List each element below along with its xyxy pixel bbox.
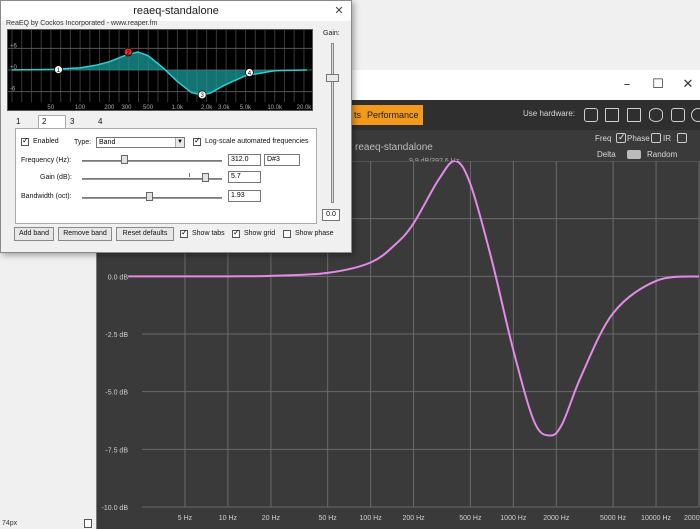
master-gain-slider-thumb[interactable] xyxy=(326,74,339,82)
taskbar-box xyxy=(84,519,92,528)
logscale-checkbox[interactable] xyxy=(193,136,201,146)
gain-slider-track[interactable] xyxy=(82,178,222,180)
freq-checkbox[interactable] xyxy=(616,132,626,143)
eq-freq-label: 5.0k xyxy=(240,105,252,110)
book-icon[interactable] xyxy=(627,108,641,122)
x-tick-label: 20 Hz xyxy=(262,515,281,522)
gain-slider-thumb[interactable] xyxy=(202,173,209,182)
frequency-label: Frequency (Hz): xyxy=(21,157,72,164)
master-gain-value[interactable]: 0.0 xyxy=(322,209,340,221)
frequency-slider-track[interactable] xyxy=(82,160,222,162)
taskbar-hint: 74px xyxy=(0,518,96,529)
freq-label: Freq xyxy=(595,134,612,143)
show-phase-label: Show phase xyxy=(295,230,334,237)
eq-freq-label: 500 xyxy=(143,105,154,110)
band-panel: Enabled Type: Band ▼ Log-scale automated… xyxy=(15,128,317,224)
minimize-button[interactable]: – xyxy=(612,75,642,95)
type-label: Type: xyxy=(74,139,92,146)
frequency-input[interactable]: 312.0 xyxy=(228,154,261,166)
tab-band-2[interactable]: 2 xyxy=(38,115,66,128)
type-select[interactable]: Band ▼ xyxy=(96,137,185,148)
analyzer-title: reaeq-standalone xyxy=(355,142,433,153)
master-gain-label: Gain: xyxy=(323,30,340,37)
x-tick-label: 1000 Hz xyxy=(500,515,527,522)
x-tick-label: 500 Hz xyxy=(459,515,482,522)
y-tick-label: -2.5 dB xyxy=(105,332,128,339)
x-tick-label: 200 Hz xyxy=(402,515,425,522)
eq-curve-graph[interactable]: +6+0-650 100 200 300 500 1.0k 2.0k 3.0k 5.0k 10.0… xyxy=(8,30,312,110)
camera-icon[interactable] xyxy=(671,108,685,122)
logscale-label: Log-scale automated frequencies xyxy=(205,138,309,145)
reaeq-title: reaeq-standalone xyxy=(1,1,351,21)
eye-icon[interactable] xyxy=(649,108,663,122)
master-gain-slider-track[interactable] xyxy=(331,43,334,203)
eq-db-label: +6 xyxy=(10,43,18,49)
show-tabs-label: Show tabs xyxy=(192,230,225,237)
eq-freq-label: 50 xyxy=(47,105,54,110)
eq-db-label: -6 xyxy=(10,87,16,93)
tab-band-4[interactable]: 4 xyxy=(95,116,117,128)
show-phase-checkbox[interactable] xyxy=(283,230,291,238)
random-label: Random xyxy=(647,150,678,159)
add-band-button[interactable]: Add band xyxy=(14,227,54,241)
frequency-slider-thumb[interactable] xyxy=(121,155,128,164)
x-tick-label: 5 Hz xyxy=(178,515,193,522)
ir-label: IR xyxy=(663,134,671,143)
show-grid-checkbox[interactable] xyxy=(232,228,240,238)
type-select-value: Band xyxy=(99,139,116,146)
x-tick-label: 50 Hz xyxy=(319,515,338,522)
maximize-button[interactable]: ☐ xyxy=(643,75,673,95)
delta-toggle[interactable] xyxy=(627,150,641,159)
x-tick-label: 10000 Hz xyxy=(641,515,671,522)
tab-band-1[interactable]: 1 xyxy=(13,116,35,128)
y-tick-label: -10.0 dB xyxy=(102,505,129,512)
eq-freq-label: 20.0k xyxy=(297,105,312,110)
y-tick-label: 0.0 dB xyxy=(108,274,129,281)
bandwidth-input[interactable]: 1.93 xyxy=(228,190,261,202)
note-input[interactable]: D#3 xyxy=(264,154,300,166)
eq-display[interactable]: +6 +0 -6 50 100 200 300 500 1.0k 2.0k 3.0k 5.0k 10.0… xyxy=(7,29,313,111)
reaeq-credit: ReaEQ by Cockos Incorporated - www.reape… xyxy=(6,20,158,27)
x-tick-label: 100 Hz xyxy=(360,515,383,522)
x-tick-label: 20000 Hz xyxy=(684,515,700,522)
reaeq-close-button[interactable]: ✕ xyxy=(331,1,347,21)
enabled-checkbox[interactable] xyxy=(21,136,29,146)
eq-freq-label: 300 xyxy=(121,105,132,110)
close-button[interactable]: ✕ xyxy=(673,75,700,95)
gain-db-label: Gain (dB): xyxy=(40,174,72,181)
eq-freq-label: 100 xyxy=(75,105,86,110)
delta-label: Delta xyxy=(597,150,616,159)
show-grid-label: Show grid xyxy=(244,230,276,237)
phase-label: Phase xyxy=(627,134,650,143)
eq-freq-label: 1.0k xyxy=(172,105,184,110)
screen: – ☐ ✕ ts Performance Use hardware: Freq … xyxy=(0,0,700,529)
bandwidth-slider-thumb[interactable] xyxy=(146,192,153,201)
chevron-down-icon: ▼ xyxy=(175,138,184,147)
bandwidth-label: Bandwidth (oct): xyxy=(21,193,72,200)
ir-checkbox[interactable] xyxy=(677,133,687,143)
phase-checkbox[interactable] xyxy=(651,133,661,143)
x-tick-label: 10 Hz xyxy=(219,515,238,522)
tab-band-3[interactable]: 3 xyxy=(67,116,89,128)
gain-db-input[interactable]: 5.7 xyxy=(228,171,261,183)
show-tabs-checkbox[interactable] xyxy=(180,228,188,238)
x-tick-label: 5000 Hz xyxy=(600,515,627,522)
eq-freq-label: 3.0k xyxy=(218,105,230,110)
y-tick-label: -5.0 dB xyxy=(105,390,128,397)
enabled-label: Enabled xyxy=(33,138,59,145)
x-tick-label: 2000 Hz xyxy=(543,515,570,522)
document-icon[interactable] xyxy=(605,108,619,122)
eq-freq-label: 10.0k xyxy=(267,105,283,110)
tab-performance[interactable]: Performance xyxy=(363,105,423,125)
eq-freq-label: 2.0k xyxy=(201,105,213,110)
reset-defaults-button[interactable]: Reset defaults xyxy=(116,227,174,241)
hardware-toggle-icon[interactable] xyxy=(584,108,598,122)
gain-slider-center-tick xyxy=(189,173,190,177)
remove-band-button[interactable]: Remove band xyxy=(58,227,112,241)
gear-icon[interactable] xyxy=(691,108,700,122)
use-hardware-label: Use hardware: xyxy=(523,109,576,118)
reaeq-window: reaeq-standalone ✕ ReaEQ by Cockos Incor… xyxy=(0,0,352,253)
y-tick-label: -7.5 dB xyxy=(105,447,128,454)
eq-freq-label: 200 xyxy=(104,105,115,110)
